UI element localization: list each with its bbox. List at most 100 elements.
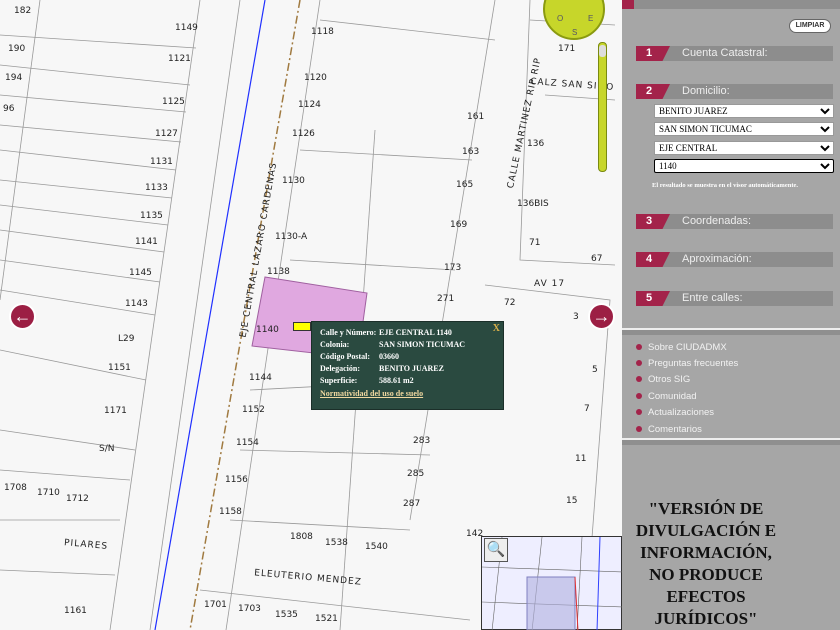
info-value: 03660	[379, 352, 399, 361]
section-cuenta-catastral[interactable]: 1 Cuenta Catastral:	[636, 46, 833, 61]
section-label: Domicilio:	[682, 85, 730, 97]
section-label: Entre calles:	[682, 292, 743, 304]
parcel-number-label: L29	[118, 334, 135, 344]
colonia-select[interactable]: SAN SIMON TICUMAC	[654, 122, 834, 136]
pan-right-button[interactable]: →	[588, 303, 615, 330]
info-row: Superficie: 588.61 m2	[320, 376, 495, 388]
parcel-number-label: 1140	[256, 325, 279, 335]
section-coordenadas[interactable]: 3 Coordenadas:	[636, 214, 833, 229]
info-key: Calle y Número:	[320, 328, 377, 337]
parcel-number-label: 136BIS	[517, 199, 549, 209]
magnify-icon[interactable]: 🔍	[484, 538, 508, 562]
info-key: Código Postal:	[320, 352, 370, 361]
divider	[622, 438, 840, 445]
parcel-number-label: 1161	[64, 606, 87, 616]
section-number: 5	[636, 291, 670, 306]
parcel-number-label: 1535	[275, 610, 298, 620]
parcel-number-label: 1118	[311, 27, 334, 37]
parcel-number-label: 182	[14, 6, 32, 16]
map-viewer[interactable]: 182 1149 190 1121 194 1125 96 1127 1131 1133 1135 1…	[0, 0, 622, 630]
pan-left-button[interactable]: ←	[9, 303, 36, 330]
parcel-info-popup: X Calle y Número: EJE CENTRAL 1140 Coloni…	[311, 321, 504, 410]
section-domicilio[interactable]: 2 Domicilio:	[636, 84, 833, 99]
clear-button[interactable]: LIMPIAR	[789, 19, 831, 33]
info-row: Colonia: SAN SIMON TICUMAC	[320, 340, 495, 352]
parcel-number-label: 1131	[150, 157, 173, 167]
zoom-slider[interactable]	[598, 42, 607, 172]
parcel-number-label: 5	[592, 365, 598, 375]
link-otros-sig[interactable]: Otros SIG	[636, 374, 690, 385]
bullet-icon	[636, 426, 642, 432]
parcel-number-label: 1126	[292, 129, 315, 139]
parcel-number-label: 71	[529, 238, 541, 248]
info-key: Superficie:	[320, 376, 358, 385]
parcel-number-label: 1141	[135, 237, 158, 247]
info-row: Código Postal: 03660	[320, 352, 495, 364]
info-value: SAN SIMON TICUMAC	[379, 340, 466, 349]
result-hint: El resultado se muestra en el visor auto…	[652, 182, 798, 189]
bullet-icon	[636, 344, 642, 350]
parcel-number-label: 171	[558, 44, 576, 54]
parcel-number-label: 169	[450, 220, 468, 230]
parcel-number-label: 190	[8, 44, 26, 54]
bullet-icon	[636, 393, 642, 399]
parcel-number-label: 1120	[304, 73, 327, 83]
parcel-number-label: 1135	[140, 211, 163, 221]
link-comunidad[interactable]: Comunidad	[636, 391, 697, 402]
land-use-link[interactable]: Normatividad del uso de suelo	[320, 389, 495, 398]
section-number: 1	[636, 46, 670, 61]
parcel-number-label: 283	[413, 436, 431, 446]
parcel-number-label: 1144	[249, 373, 272, 383]
parcel-number-label: 1138	[267, 267, 290, 277]
legal-disclaimer: "VERSIÓN DE DIVULGACIÓN E INFORMACIÓN, N…	[635, 499, 777, 628]
parcel-number-label: 163	[462, 147, 480, 157]
section-label: Aproximación:	[682, 253, 752, 265]
parcel-number-label: 1130	[282, 176, 305, 186]
section-label: Coordenadas:	[682, 215, 752, 227]
east-label: E	[588, 14, 594, 23]
info-value: EJE CENTRAL 1140	[379, 328, 452, 337]
link-comentarios[interactable]: Comentarios	[636, 424, 702, 435]
parcel-number-label: 1808	[290, 532, 313, 542]
calle-select[interactable]: EJE CENTRAL	[654, 141, 834, 155]
close-popup-button[interactable]: X	[493, 323, 500, 334]
parcel-number-label: 3	[573, 312, 579, 322]
south-label: S	[572, 28, 578, 37]
link-sobre-ciudadmx[interactable]: Sobre CIUDADMX	[636, 342, 727, 353]
section-aproximacion[interactable]: 4 Aproximación:	[636, 252, 833, 267]
parcel-number-label: 11	[575, 454, 587, 464]
link-actualizaciones[interactable]: Actualizaciones	[636, 407, 714, 418]
parcel-number-label: 7	[584, 404, 590, 414]
parcel-number-label: 1125	[162, 97, 185, 107]
info-row: Delegación: BENITO JUAREZ	[320, 364, 495, 376]
link-preguntas-frecuentes[interactable]: Preguntas frecuentes	[636, 358, 738, 369]
bullet-icon	[636, 409, 642, 415]
street-label: AV 17	[534, 279, 566, 289]
parcel-number-label: 285	[407, 469, 425, 479]
info-value: BENITO JUAREZ	[379, 364, 444, 373]
parcel-number-label: 1127	[155, 129, 178, 139]
parcel-number-label: 1145	[129, 268, 152, 278]
parcel-number-label: 1152	[242, 405, 265, 415]
parcel-number-label: 161	[467, 112, 485, 122]
section-entre-calles[interactable]: 5 Entre calles:	[636, 291, 833, 306]
parcel-number-label: 1701	[204, 600, 227, 610]
info-value: 588.61 m2	[379, 376, 414, 385]
zoom-slider-thumb[interactable]	[599, 45, 606, 57]
parcel-number-label: 136	[527, 139, 545, 149]
info-key: Delegación:	[320, 364, 360, 373]
parcel-number-label: 1154	[236, 438, 259, 448]
section-number: 2	[636, 84, 670, 99]
parcel-number-label: 1133	[145, 183, 168, 193]
info-key: Colonia:	[320, 340, 350, 349]
parcel-number-label: 1703	[238, 604, 261, 614]
parcel-number-label: 1708	[4, 483, 27, 493]
numero-select[interactable]: 1140	[654, 159, 834, 173]
parcel-number-label: 1156	[225, 475, 248, 485]
location-marker-flag	[293, 322, 311, 331]
parcel-number-label: 1712	[66, 494, 89, 504]
parcel-number-label: 1521	[315, 614, 338, 624]
delegacion-select[interactable]: BENITO JUAREZ	[654, 104, 834, 118]
parcel-number-label: 1149	[175, 23, 198, 33]
parcel-number-label: 67	[591, 254, 603, 264]
